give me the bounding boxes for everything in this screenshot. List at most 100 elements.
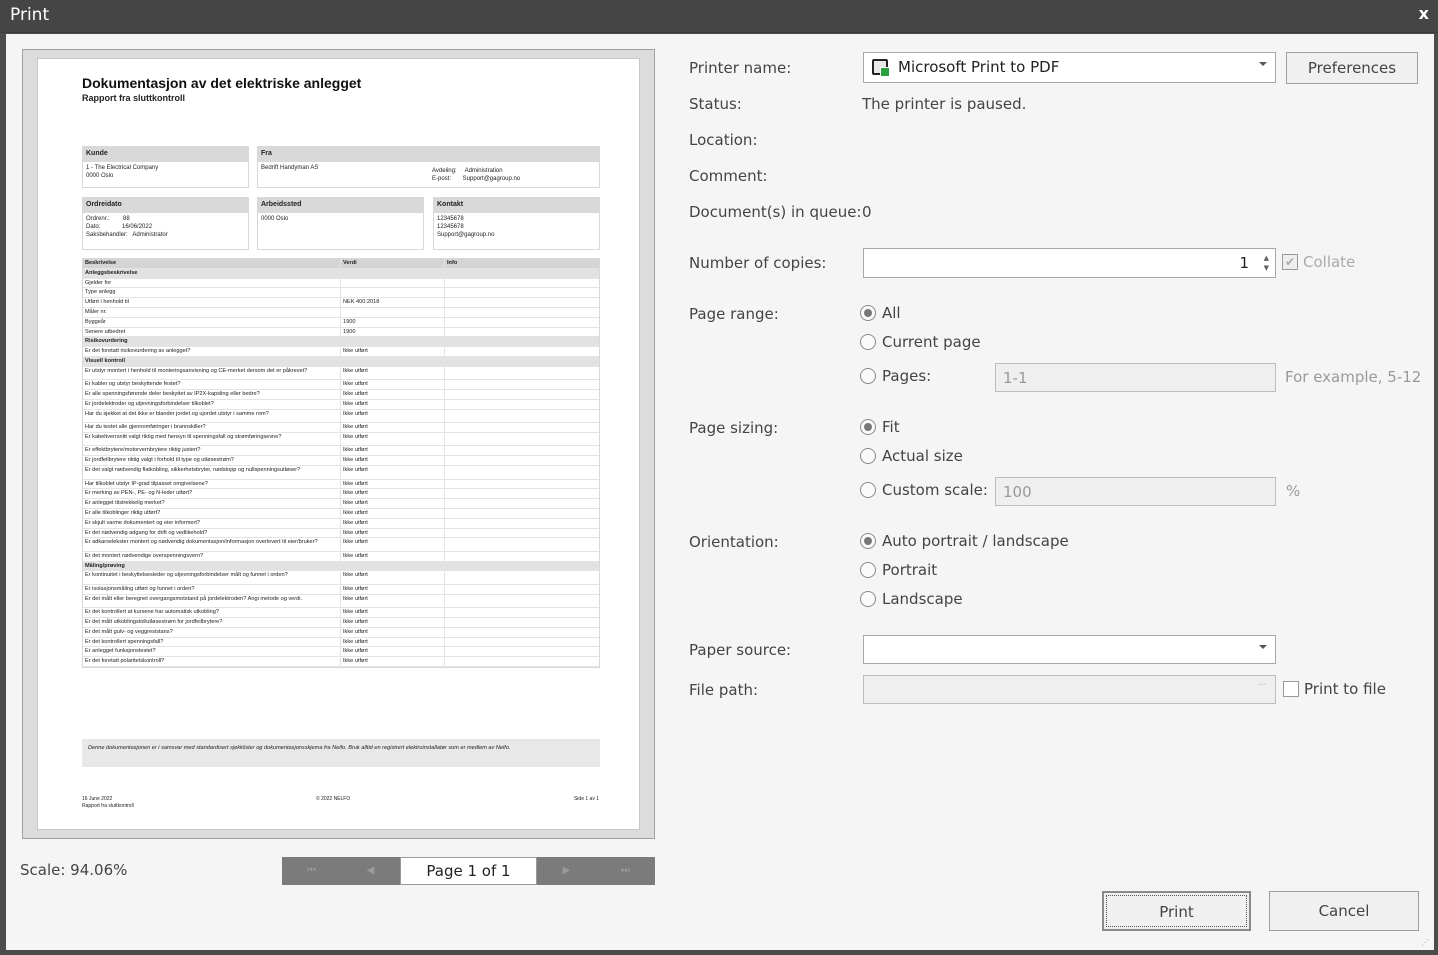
print-button[interactable]: Print [1102,891,1251,931]
first-page-button[interactable]: ⏮ [282,857,341,885]
orientation-landscape-radio[interactable]: Landscape [860,590,963,608]
print-preview: Dokumentasjon av det elektriske anlegget… [22,49,655,839]
checkbox-icon [1283,681,1299,697]
table-cell: Har du testet alle gjennomføringer i bra… [83,423,341,432]
previous-page-button[interactable]: ◀ [341,857,400,885]
table-cell: Ikke utført [341,508,445,518]
table-cell: Ikke utført [341,390,445,399]
table-cell: Ikke utført [341,657,445,666]
custom-scale-input[interactable]: 100 [995,477,1276,506]
kunde-header: Kunde [83,147,248,162]
last-page-button[interactable]: ⏭ [596,857,655,885]
table-cell [445,657,599,666]
table-cell: Er det målt eller beregnet overgangsmots… [83,594,341,608]
sizing-fit-radio[interactable]: Fit [860,418,900,436]
table-row: Har du sjekket at det ikke er blander jo… [83,409,599,424]
table-cell: Er det foretatt risikovurdering av anleg… [83,347,341,356]
range-current-radio[interactable]: Current page [860,333,981,351]
table-cell: Måler nr. [83,307,341,317]
table-cell: Anleggsbeskrivelse [83,268,341,278]
table-row: Gjelder for [83,278,599,289]
title-bar: Print x [0,0,1438,33]
resize-grip-icon[interactable]: ⋰ [1421,938,1431,948]
table-cell [445,446,599,455]
browse-icon[interactable]: ··· [1257,680,1267,691]
percent-label: % [1286,482,1301,500]
table-cell: Ikke utført [341,456,445,466]
table-row: Utført i henhold til NEK 400:2018 [83,298,599,308]
table-row: Er adkarselekster montert og nødvendig d… [83,538,599,552]
sizing-actual-radio[interactable]: Actual size [860,447,963,465]
table-cell: Er alle spenningsførende deler beskyttet… [83,390,341,399]
table-row: Er det målt utkoblingstid/utløsestrøm fo… [83,618,599,628]
table-row: Er utstyr montert i henhold til monterin… [83,366,599,381]
table-cell: 1900 [341,317,445,327]
table-section-row: Visuell kontroll [83,356,599,367]
table-cell: Ikke utført [341,551,445,561]
printer-select[interactable]: Microsoft Print to PDF [863,52,1276,83]
file-path-input[interactable]: ··· [863,675,1276,704]
table-cell [445,423,599,432]
column-header: Verdi [341,259,445,268]
queue-value: 0 [862,203,872,221]
cancel-button[interactable]: Cancel [1269,891,1419,931]
checklist-table: Beskrivelse Verdi Info Anleggsbeskrivels… [82,258,600,668]
table-cell [445,562,599,571]
table-cell: Ikke utført [341,409,445,423]
table-row: Er det målt gulv- og veggresistans? Ikke … [83,627,599,638]
table-cell: Type anlegg [83,288,341,298]
table-cell [445,456,599,465]
dialog-body: Dokumentasjon av det elektriske anlegget… [6,34,1434,950]
print-to-file-checkbox[interactable]: Print to file [1283,680,1386,698]
table-cell: Er det kontrollert spenningsfall? [83,637,341,647]
copies-spinner[interactable]: 1 ▲ ▼ [863,248,1276,278]
table-row: Er kabler og utstyr beskyttende festet? I… [83,380,599,391]
fra-box: Fra Bedrift Handyman AS Avdeling: Admini… [257,146,600,188]
range-all-radio[interactable]: All [860,304,901,322]
column-header: Beskrivelse [83,259,341,268]
range-pages-radio[interactable]: Pages: [860,367,931,385]
spinner-arrows-icon[interactable]: ▲ ▼ [1264,253,1269,273]
radio-selected-icon [860,305,876,321]
table-cell [445,269,599,278]
table-cell: Ikke utført [341,594,445,608]
table-cell: Er kabler og utstyr beskyttende festet? [83,380,341,390]
table-cell [341,561,445,571]
collate-label: Collate [1303,253,1356,271]
next-page-button[interactable]: ▶ [537,857,596,885]
preferences-button[interactable]: Preferences [1286,52,1418,84]
table-cell: Er kontinuitet i beskyttelsesleder og ut… [83,571,341,584]
range-all-label: All [882,304,901,322]
table-row: Har du testet alle gjennomføringer i bra… [83,423,599,433]
collate-checkbox[interactable]: ✔ Collate [1282,253,1355,271]
table-row: Senere utbedret 1900 [83,327,599,338]
paper-source-select[interactable] [863,635,1276,664]
pages-input[interactable]: 1-1 [995,363,1276,392]
orientation-auto-radio[interactable]: Auto portrait / landscape [860,532,1069,550]
table-cell [445,466,599,479]
table-cell: Er jordfeilbrytere riktig valgt i forhol… [83,456,341,466]
table-row: Er jordelektroder og utjevningsforbindel… [83,399,599,410]
table-cell: Ikke utført [341,479,445,489]
table-cell: Er det foretatt polaritetskontroll? [83,657,341,666]
table-cell [445,608,599,617]
table-cell [445,298,599,307]
orientation-portrait-radio[interactable]: Portrait [860,561,937,579]
table-cell: Har tilkoblet utstyr IP-grad tilpasset o… [83,479,341,489]
page-navigator: ⏮ ◀ Page 1 of 1 ▶ ⏭ [282,857,655,885]
copies-value: 1 [1239,254,1249,272]
column-header: Info [447,260,458,266]
table-cell [445,585,599,594]
sizing-custom-radio[interactable]: Custom scale: [860,481,988,499]
table-cell: Ikke utført [341,528,445,538]
table-cell [445,519,599,528]
scale-label: Scale: 94.06% [20,861,128,879]
document-subtitle: Rapport fra sluttkontroll [82,93,185,103]
table-cell [445,552,599,561]
kontakt-header: Kontakt [434,198,599,213]
table-cell [445,529,599,538]
table-row: Måler nr. [83,307,599,318]
table-row: Er skjult varme dokumentert og eier info… [83,518,599,529]
pages-hint: For example, 5-12 [1285,368,1422,386]
close-icon[interactable]: x [1419,4,1429,23]
